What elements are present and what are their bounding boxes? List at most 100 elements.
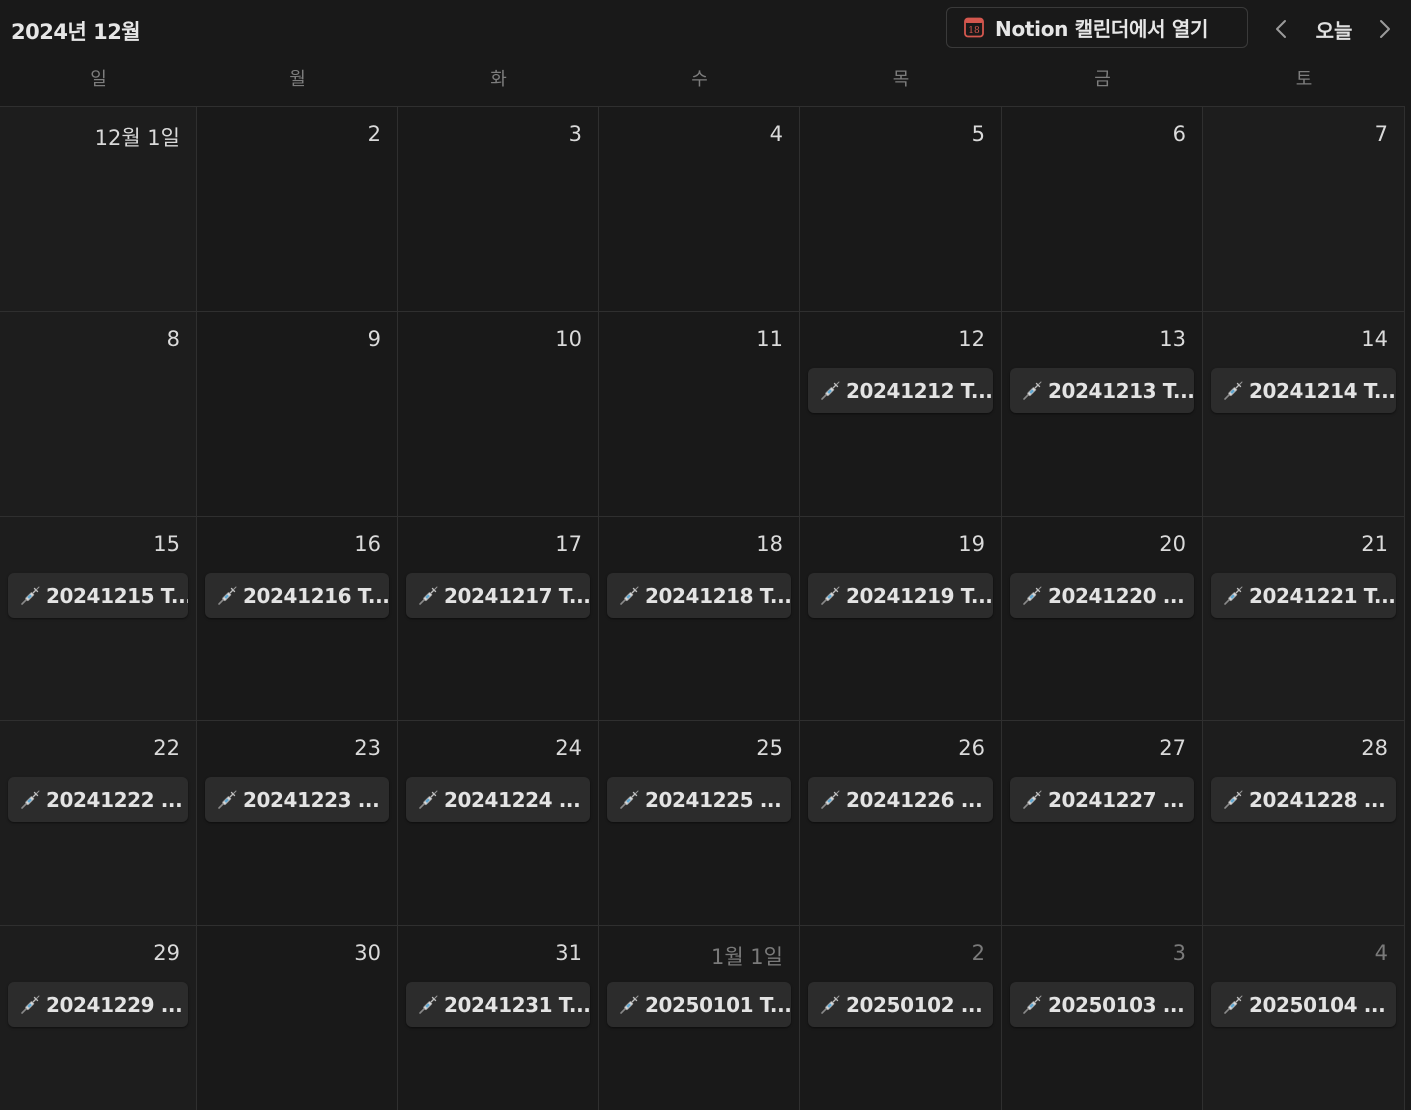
next-month-button[interactable] <box>1372 14 1398 44</box>
syringe-icon <box>216 789 238 811</box>
event-title: 20250101 T... <box>645 992 791 1017</box>
syringe-icon <box>1021 789 1043 811</box>
day-cell[interactable]: 2 20250102 ... <box>800 926 1002 1110</box>
day-cell[interactable]: 10 <box>398 312 599 517</box>
event-card[interactable]: 20241216 T... <box>205 573 389 618</box>
day-number: 19 <box>958 532 985 556</box>
event-title: 20250102 ... <box>846 992 983 1017</box>
day-cell[interactable]: 21 20241221 T... <box>1203 517 1405 721</box>
event-card[interactable]: 20241226 ... <box>808 777 993 822</box>
day-cell[interactable]: 6 <box>1002 107 1203 312</box>
event-card[interactable]: 20241231 T... <box>406 982 590 1027</box>
day-cell[interactable]: 17 20241217 T... <box>398 517 599 721</box>
day-cell[interactable]: 4 <box>599 107 800 312</box>
day-number: 9 <box>367 327 381 351</box>
day-cell[interactable]: 5 <box>800 107 1002 312</box>
day-cell[interactable]: 25 20241225 ... <box>599 721 800 926</box>
day-cell[interactable]: 15 20241215 T... <box>0 517 197 721</box>
weekday-label: 화 <box>490 69 507 90</box>
weekday-label: 일 <box>90 69 107 90</box>
event-card[interactable]: 20241217 T... <box>406 573 590 618</box>
day-cell[interactable]: 24 20241224 ... <box>398 721 599 926</box>
syringe-icon <box>1222 585 1244 607</box>
day-cell[interactable]: 16 20241216 T... <box>197 517 398 721</box>
event-title: 20241231 T... <box>444 992 590 1017</box>
day-number: 3 <box>568 122 582 146</box>
day-cell[interactable]: 12월 1일 <box>0 107 197 312</box>
day-number: 11 <box>756 327 783 351</box>
event-card[interactable]: 20241218 T... <box>607 573 791 618</box>
day-cell[interactable]: 20 20241220 ... <box>1002 517 1203 721</box>
day-cell[interactable]: 8 <box>0 312 197 517</box>
day-cell[interactable]: 2 <box>197 107 398 312</box>
day-cell[interactable]: 14 20241214 T... <box>1203 312 1405 517</box>
event-title: 20241225 ... <box>645 787 782 812</box>
day-cell[interactable]: 9 <box>197 312 398 517</box>
day-cell[interactable]: 31 20241231 T... <box>398 926 599 1110</box>
event-title: 20241218 T... <box>645 583 791 608</box>
day-cell[interactable]: 22 20241222 ... <box>0 721 197 926</box>
day-number: 10 <box>555 327 582 351</box>
event-card[interactable]: 20241221 T... <box>1211 573 1396 618</box>
event-title: 20241212 T... <box>846 378 993 403</box>
day-cell[interactable]: 19 20241219 T... <box>800 517 1002 721</box>
syringe-icon <box>417 994 439 1016</box>
day-cell[interactable]: 4 20250104 ... <box>1203 926 1405 1110</box>
day-cell[interactable]: 12 20241212 T... <box>800 312 1002 517</box>
open-in-notion-calendar-label: Notion 캘린더에서 열기 <box>995 17 1209 41</box>
event-card[interactable]: 20241223 ... <box>205 777 389 822</box>
day-number: 12월 1일 <box>94 126 180 150</box>
syringe-icon <box>618 789 640 811</box>
syringe-icon <box>19 789 41 811</box>
syringe-icon <box>19 994 41 1016</box>
day-cell[interactable]: 3 20250103 ... <box>1002 926 1203 1110</box>
event-card[interactable]: 20241222 ... <box>8 777 188 822</box>
event-card[interactable]: 20241227 ... <box>1010 777 1194 822</box>
day-number: 12 <box>958 327 985 351</box>
syringe-icon <box>819 585 841 607</box>
day-cell[interactable]: 23 20241223 ... <box>197 721 398 926</box>
day-cell[interactable]: 26 20241226 ... <box>800 721 1002 926</box>
event-card[interactable]: 20241214 T... <box>1211 368 1396 413</box>
day-cell[interactable]: 11 <box>599 312 800 517</box>
event-card[interactable]: 20241220 ... <box>1010 573 1194 618</box>
day-number: 16 <box>354 532 381 556</box>
event-card[interactable]: 20250101 T... <box>607 982 791 1027</box>
weekday-label: 수 <box>691 69 708 90</box>
event-card[interactable]: 20250102 ... <box>808 982 993 1027</box>
syringe-icon <box>618 585 640 607</box>
day-cell[interactable]: 13 20241213 T... <box>1002 312 1203 517</box>
calendar-view: 2024년 12월 18 Notion 캘린더에서 열기 오늘 일 월 화 수 … <box>0 0 1411 1110</box>
event-card[interactable]: 20241212 T... <box>808 368 993 413</box>
previous-month-button[interactable] <box>1268 14 1294 44</box>
event-card[interactable]: 20241213 T... <box>1010 368 1194 413</box>
event-title: 20241217 T... <box>444 583 590 608</box>
month-grid: 12월 1일 2 3 4 5 6 7 8 9 10 11 12 20241212 T... 13 20241… <box>0 106 1405 1110</box>
event-card[interactable]: 20241228 ... <box>1211 777 1396 822</box>
event-card[interactable]: 20250104 ... <box>1211 982 1396 1027</box>
open-in-notion-calendar-button[interactable]: 18 Notion 캘린더에서 열기 <box>946 7 1248 48</box>
event-card[interactable]: 20241219 T... <box>808 573 993 618</box>
event-title: 20250103 ... <box>1048 992 1185 1017</box>
event-card[interactable]: 20241224 ... <box>406 777 590 822</box>
syringe-icon <box>819 380 841 402</box>
day-cell[interactable]: 28 20241228 ... <box>1203 721 1405 926</box>
day-cell[interactable]: 7 <box>1203 107 1405 312</box>
syringe-icon <box>216 585 238 607</box>
day-cell[interactable]: 29 20241229 ... <box>0 926 197 1110</box>
event-card[interactable]: 20241215 T... <box>8 573 188 618</box>
event-card[interactable]: 20250103 ... <box>1010 982 1194 1027</box>
day-cell[interactable]: 27 20241227 ... <box>1002 721 1203 926</box>
day-cell[interactable]: 18 20241218 T... <box>599 517 800 721</box>
weekday-label: 월 <box>289 69 306 90</box>
event-card[interactable]: 20241225 ... <box>607 777 791 822</box>
day-cell[interactable]: 3 <box>398 107 599 312</box>
event-card[interactable]: 20241229 ... <box>8 982 188 1027</box>
day-cell[interactable]: 1월 1일 20250101 T... <box>599 926 800 1110</box>
day-cell[interactable]: 30 <box>197 926 398 1110</box>
event-title: 20241213 T... <box>1048 378 1194 403</box>
today-button[interactable]: 오늘 <box>1304 14 1364 44</box>
weekday-label: 목 <box>892 69 910 90</box>
day-number: 21 <box>1361 532 1388 556</box>
event-title: 20241226 ... <box>846 787 983 812</box>
